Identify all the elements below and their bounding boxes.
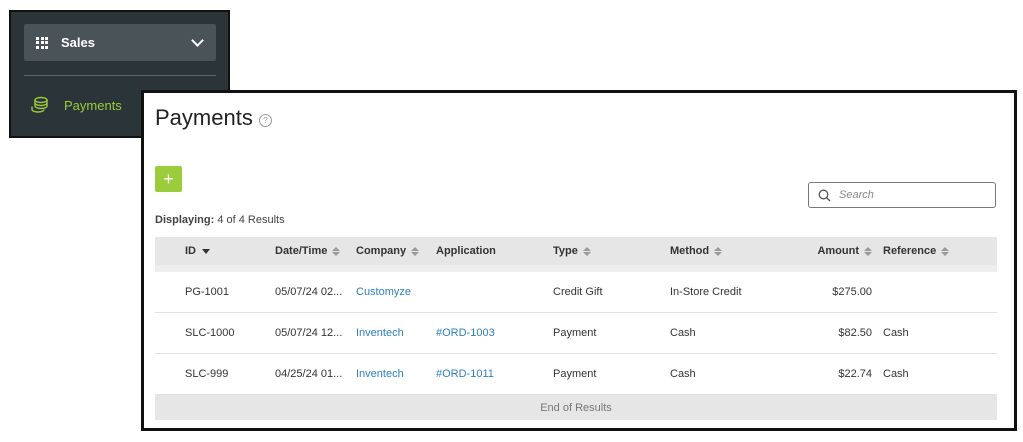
- header-divider: [155, 265, 997, 272]
- cell-method: Cash: [670, 368, 696, 380]
- grid-icon: [36, 36, 48, 49]
- results-count: Displaying: 4 of 4 Results: [155, 214, 285, 226]
- header-amount[interactable]: Amount: [782, 245, 872, 257]
- cell-date: 05/07/24 12...: [275, 327, 343, 339]
- search-field[interactable]: [808, 182, 996, 208]
- cell-date: 05/07/24 02...: [275, 286, 343, 298]
- search-icon: [818, 189, 831, 201]
- add-payment-button[interactable]: +: [155, 166, 182, 192]
- table-row[interactable]: PG-1001 05/07/24 02... Customyze Credit …: [155, 272, 997, 313]
- header-amount-label: Amount: [817, 245, 859, 257]
- sort-icon: [941, 246, 950, 256]
- table-header: ID Date/Time Company Application Type Me…: [155, 237, 997, 265]
- cell-application-link[interactable]: #ORD-1003: [436, 327, 553, 339]
- header-reference-label: Reference: [883, 245, 937, 257]
- cell-reference: Cash: [883, 327, 909, 339]
- cell-type: Credit Gift: [553, 286, 603, 298]
- header-date[interactable]: Date/Time: [275, 245, 356, 257]
- sort-icon: [411, 246, 420, 256]
- cell-id: PG-1001: [185, 286, 230, 298]
- sort-icon: [332, 246, 341, 256]
- cell-company-link[interactable]: Inventech: [356, 368, 436, 380]
- header-date-label: Date/Time: [275, 245, 328, 257]
- nav-section-sales[interactable]: Sales: [24, 24, 216, 61]
- header-company[interactable]: Company: [356, 245, 436, 257]
- cell-type: Payment: [553, 368, 597, 380]
- end-of-results: End of Results: [155, 395, 997, 420]
- sort-icon: [714, 246, 723, 256]
- header-application: Application: [436, 245, 553, 257]
- header-id-label: ID: [185, 245, 196, 257]
- coins-icon: [31, 96, 48, 113]
- sort-icon: [864, 246, 872, 256]
- cell-application-link[interactable]: #ORD-1011: [436, 368, 553, 380]
- help-icon[interactable]: ?: [258, 114, 272, 127]
- cell-amount: $22.74: [838, 368, 872, 380]
- title-row: Payments ?: [155, 105, 272, 131]
- results-count-label: Displaying:: [155, 214, 215, 226]
- header-type-label: Type: [553, 245, 578, 257]
- payments-card: Payments ? + Displaying: 4 of 4 Results …: [141, 90, 1017, 431]
- cell-amount: $82.50: [838, 327, 872, 339]
- nav-item-payments[interactable]: Payments: [31, 96, 122, 114]
- cell-amount: $275.00: [832, 286, 872, 298]
- cell-reference: Cash: [883, 368, 909, 380]
- sort-icon: [582, 246, 591, 256]
- header-method[interactable]: Method: [670, 245, 782, 257]
- cell-company-link[interactable]: Customyze: [356, 286, 436, 298]
- cell-type: Payment: [553, 327, 597, 339]
- cell-method: In-Store Credit: [670, 286, 742, 298]
- table-row[interactable]: SLC-999 04/25/24 01... Inventech #ORD-10…: [155, 354, 997, 395]
- chevron-down-icon: [191, 34, 204, 47]
- nav-item-label: Payments: [64, 97, 122, 113]
- cell-date: 04/25/24 01...: [275, 368, 343, 380]
- table-row[interactable]: SLC-1000 05/07/24 12... Inventech #ORD-1…: [155, 313, 997, 354]
- nav-section-label: Sales: [61, 35, 95, 50]
- header-reference[interactable]: Reference: [872, 245, 982, 257]
- cell-id: SLC-999: [185, 368, 229, 380]
- sort-desc-icon: [202, 248, 210, 254]
- cell-id: SLC-1000: [185, 327, 235, 339]
- payments-table: ID Date/Time Company Application Type Me…: [155, 237, 997, 420]
- header-application-label: Application: [436, 245, 496, 257]
- search-input[interactable]: [837, 188, 981, 202]
- cell-company-link[interactable]: Inventech: [356, 327, 436, 339]
- page-title: Payments: [155, 105, 253, 130]
- header-method-label: Method: [670, 245, 710, 257]
- results-count-value: 4 of 4 Results: [217, 214, 285, 226]
- cell-method: Cash: [670, 327, 696, 339]
- header-type[interactable]: Type: [553, 245, 670, 257]
- nav-divider: [24, 75, 216, 76]
- header-id[interactable]: ID: [155, 245, 275, 257]
- header-company-label: Company: [356, 245, 407, 257]
